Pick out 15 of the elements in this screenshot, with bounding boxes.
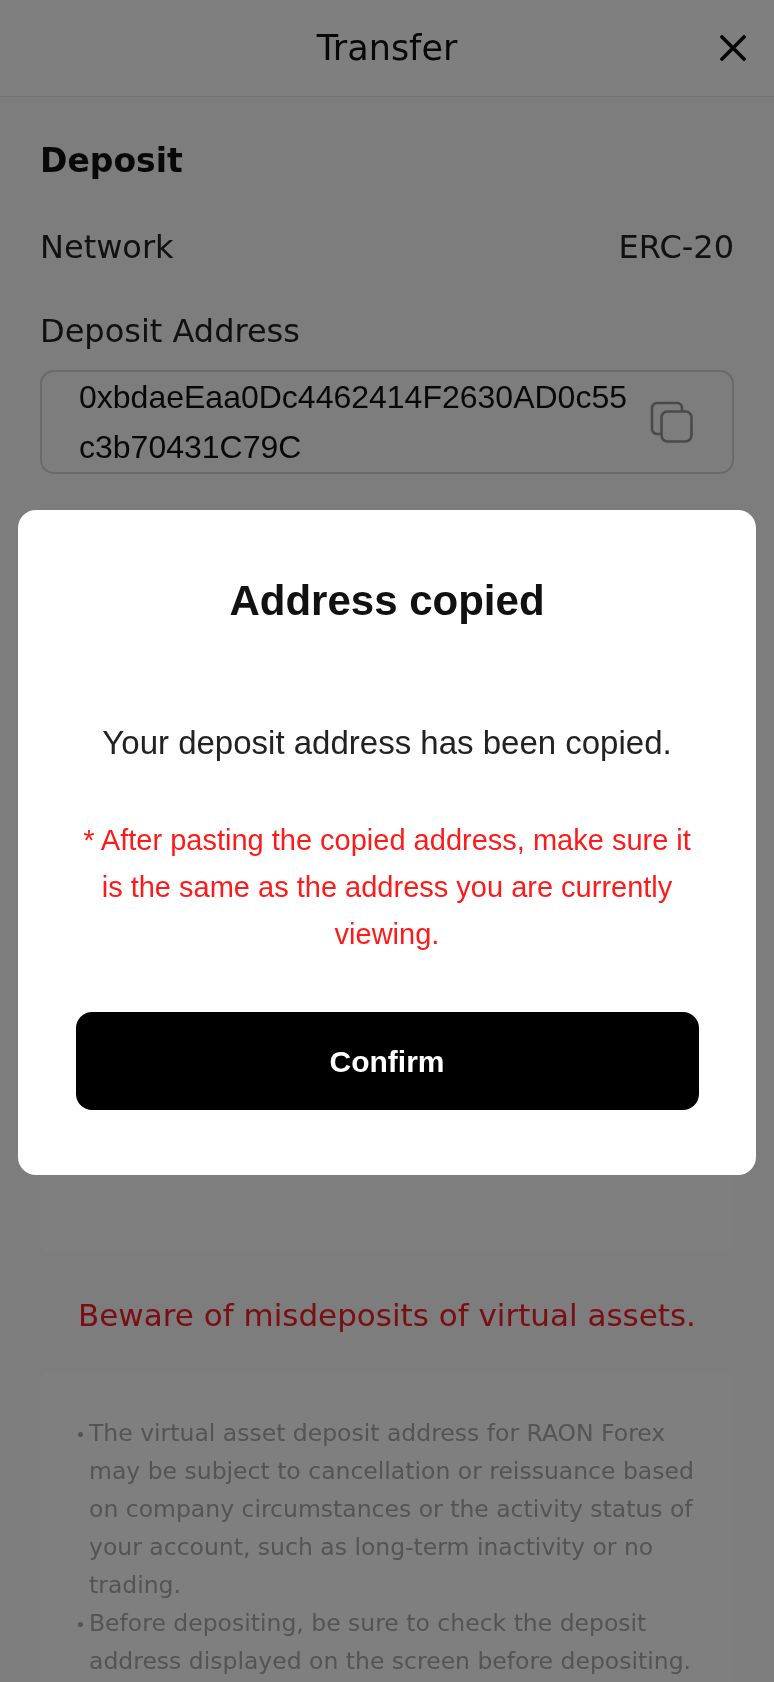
dialog-message: Your deposit address has been copied. bbox=[102, 723, 672, 763]
close-button[interactable] bbox=[720, 35, 746, 61]
bullet-icon bbox=[78, 1622, 83, 1627]
bullet-icon bbox=[78, 1432, 83, 1437]
warning-title: Beware of misdeposits of virtual assets. bbox=[77, 1296, 697, 1335]
network-label: Network bbox=[40, 227, 174, 267]
network-value: ERC-20 bbox=[618, 227, 734, 267]
deposit-address-text: 0xbdaeEaa0Dc4462414F2630AD0c55c3b70431C79C bbox=[79, 378, 628, 467]
dialog-title: Address copied bbox=[229, 576, 545, 626]
confirm-button[interactable]: Confirm bbox=[75, 1012, 699, 1110]
warning-note: * After pasting the copied address, make sure it is the same as the address you are currently viewing. bbox=[82, 823, 692, 952]
section-heading: Deposit bbox=[40, 141, 184, 181]
close-icon bbox=[720, 35, 746, 61]
address-label: Deposit Address bbox=[40, 311, 301, 351]
page-title: Transfer bbox=[316, 27, 458, 70]
